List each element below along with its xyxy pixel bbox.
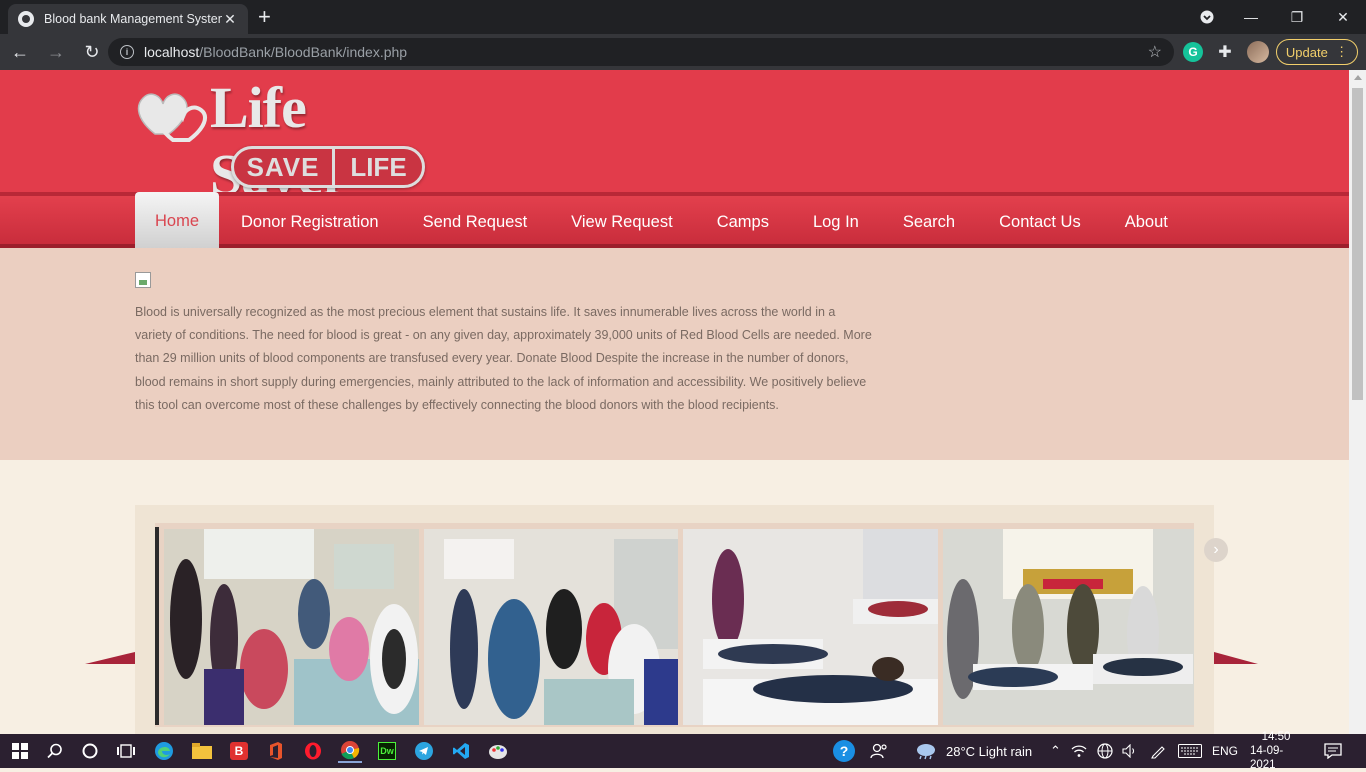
intro-text: Blood is universally recognized as the m…	[135, 305, 872, 412]
keyboard-icon[interactable]	[1178, 734, 1202, 768]
nav-log-in[interactable]: Log In	[791, 196, 881, 248]
url-host: localhost	[144, 44, 200, 60]
weather-text: 28°C Light rain	[946, 743, 1033, 759]
volume-icon[interactable]	[1122, 734, 1138, 768]
help-icon[interactable]: ?	[833, 734, 855, 768]
search-icon[interactable]	[43, 739, 67, 763]
rain-cloud-icon	[917, 744, 935, 760]
task-view-icon[interactable]	[114, 739, 138, 763]
dreamweaver-icon[interactable]: Dw	[375, 739, 399, 763]
scroll-up-icon[interactable]	[1354, 75, 1362, 80]
chrome-icon[interactable]	[338, 739, 362, 763]
site-header: Life Saver SAVE LIFE	[0, 70, 1349, 207]
tab-search-icon[interactable]	[1184, 0, 1230, 34]
restore-icon[interactable]: ❐	[1274, 0, 1320, 34]
browser-toolbar: ← → ↻ i localhost/BloodBank/BloodBank/in…	[0, 34, 1366, 70]
windows-start-icon[interactable]	[8, 739, 32, 763]
gallery-next-arrow-icon[interactable]: ›	[1204, 538, 1228, 562]
site-info-icon[interactable]: i	[120, 45, 134, 59]
globe-language-icon[interactable]	[1097, 734, 1113, 768]
scrollbar-thumb[interactable]	[1352, 88, 1363, 400]
main-nav: Home Donor Registration Send Request Vie…	[0, 192, 1349, 250]
nav-home[interactable]: Home	[135, 192, 220, 250]
office-icon[interactable]	[264, 739, 288, 763]
gallery-edge	[155, 527, 159, 725]
url-path: /BloodBank/BloodBank/index.php	[199, 44, 408, 60]
close-window-icon[interactable]: ✕	[1320, 0, 1366, 34]
reload-icon[interactable]: ↻	[76, 36, 108, 68]
opera-icon[interactable]	[301, 739, 325, 763]
photo-registration-desk	[424, 529, 678, 725]
minimize-icon[interactable]: —	[1228, 0, 1274, 34]
profile-avatar[interactable]	[1247, 41, 1269, 63]
paint-icon[interactable]	[486, 739, 510, 763]
address-bar[interactable]: i localhost/BloodBank/BloodBank/index.ph…	[108, 38, 1174, 66]
language-indicator[interactable]: ENG	[1212, 734, 1238, 768]
photo-donation-camp-desk	[164, 529, 419, 725]
update-button[interactable]: Update ⋮	[1276, 39, 1358, 65]
nav-send-request[interactable]: Send Request	[401, 196, 550, 248]
globe-icon	[18, 11, 34, 27]
clock[interactable]: 14:50 14-09-2021	[1250, 731, 1302, 771]
page-scrollbar[interactable]	[1349, 70, 1366, 734]
vscode-icon[interactable]	[449, 739, 473, 763]
pen-icon[interactable]	[1150, 734, 1166, 768]
update-label: Update	[1285, 44, 1328, 60]
network-icon[interactable]	[1071, 734, 1087, 768]
gallery-photo-4[interactable]	[943, 529, 1194, 725]
windows-taskbar: B Dw ? 28°C Light rain ⌃ ENG 14:50 14-09…	[0, 731, 1366, 771]
broken-image-icon	[135, 272, 151, 288]
forward-icon[interactable]: →	[40, 36, 72, 68]
browser-tab[interactable]: Blood bank Management System ✕	[8, 4, 248, 34]
notifications-icon[interactable]	[1324, 734, 1342, 768]
file-explorer-icon[interactable]	[190, 739, 214, 763]
nav-view-request[interactable]: View Request	[549, 196, 695, 248]
nav-about[interactable]: About	[1103, 196, 1190, 248]
grammarly-extension-icon[interactable]: G	[1183, 42, 1203, 62]
bookmark-star-icon[interactable]: ☆	[1148, 42, 1162, 62]
edge-icon[interactable]	[152, 739, 176, 763]
ribbon-right	[1214, 652, 1258, 664]
gallery-photo-3[interactable]	[683, 529, 938, 725]
logo-save: SAVE	[246, 151, 320, 182]
site-logo[interactable]: Life Saver SAVE LIFE	[135, 74, 445, 207]
nav-donor-registration[interactable]: Donor Registration	[219, 196, 401, 248]
intro-section: Blood is universally recognized as the m…	[0, 248, 1349, 460]
tray-overflow-icon[interactable]: ⌃	[1050, 734, 1061, 768]
nav-contact-us[interactable]: Contact Us	[977, 196, 1103, 248]
nav-search[interactable]: Search	[881, 196, 977, 248]
gallery-photo-2[interactable]	[424, 529, 678, 725]
back-icon[interactable]: ←	[4, 36, 36, 68]
close-tab-icon[interactable]: ✕	[222, 11, 238, 28]
photo-camp-banner-group	[943, 529, 1194, 725]
tab-title: Blood bank Management System	[44, 12, 222, 26]
logo-life: LIFE	[332, 149, 422, 185]
cortana-icon[interactable]	[78, 739, 102, 763]
extensions-puzzle-icon[interactable]: ✚	[1214, 41, 1236, 63]
telegram-icon[interactable]	[412, 739, 436, 763]
photo-donors-on-beds	[683, 529, 938, 725]
nav-camps[interactable]: Camps	[695, 196, 791, 248]
new-tab-button[interactable]: +	[258, 5, 271, 29]
people-icon[interactable]	[870, 734, 888, 768]
brave-app-icon[interactable]: B	[227, 739, 251, 763]
hearts-logo-icon	[137, 93, 207, 142]
ribbon-left	[85, 652, 135, 664]
gallery-photo-1[interactable]	[164, 529, 419, 725]
browser-tab-bar: Blood bank Management System ✕ + — ❐ ✕	[0, 0, 1366, 34]
weather-widget[interactable]: 28°C Light rain	[914, 734, 1032, 768]
save-life-badge: SAVE LIFE	[231, 146, 425, 188]
clock-time: 14:50	[1261, 731, 1291, 743]
